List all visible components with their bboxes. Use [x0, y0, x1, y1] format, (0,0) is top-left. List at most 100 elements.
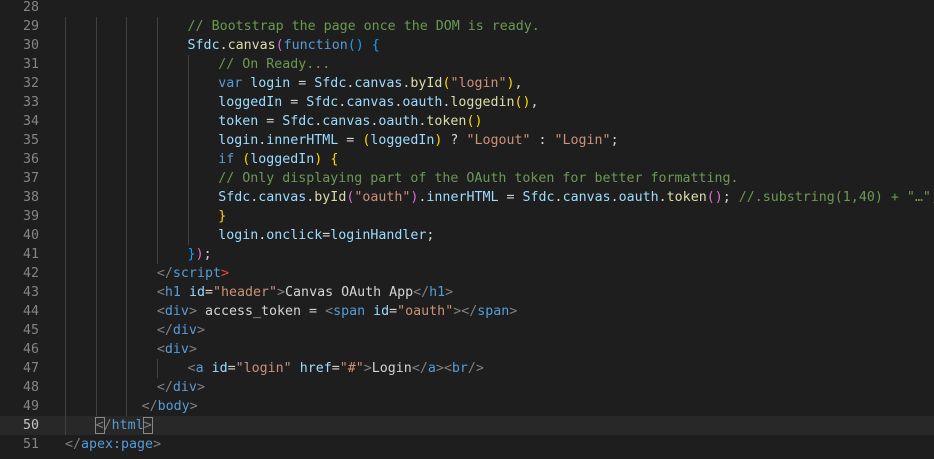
code-token: html: [111, 418, 144, 433]
code-token: href: [299, 361, 332, 376]
code-text: </apex:page>: [65, 435, 161, 454]
code-token: ): [506, 76, 515, 91]
indent-guide: [156, 226, 158, 245]
code-token: Sfdc: [314, 76, 347, 91]
code-line[interactable]: 39}: [0, 207, 934, 226]
code-line[interactable]: 48 </div>: [0, 378, 934, 397]
code-token: loggedIn: [218, 95, 283, 110]
code-text: // Bootstrap the page once the DOM is re…: [188, 17, 540, 36]
code-token: />: [467, 361, 484, 376]
code-token: {: [371, 38, 380, 53]
code-line[interactable]: 51 </apex:page>: [0, 435, 934, 454]
indent-guide: [156, 74, 158, 93]
code-line[interactable]: 30 Sfdc.canvas(function() {: [0, 36, 934, 55]
code-token: <: [187, 361, 196, 376]
indent-guide: [126, 150, 128, 169]
code-line[interactable]: 35 login.innerHTML = (loggedIn) ? "Logout…: [0, 131, 934, 150]
code-line[interactable]: 49 </body>: [0, 397, 934, 416]
indent-guide: [65, 74, 66, 93]
code-token: <: [156, 342, 165, 357]
code-token: div: [164, 304, 189, 319]
code-line[interactable]: 31 // On Ready...: [0, 55, 934, 74]
code-token: onclick: [266, 228, 323, 243]
code-token: =: [204, 285, 213, 300]
indent-guide: [156, 359, 158, 378]
code-token: oauth: [402, 95, 443, 110]
code-line[interactable]: 40 login.onclick=loginHandler;: [0, 226, 934, 245]
line-number: 51: [22, 437, 39, 452]
line-number: 49: [22, 399, 39, 414]
code-line[interactable]: 36 if (loggedIn) {: [0, 150, 934, 169]
indent-guide: [65, 245, 66, 264]
indent-guide: [95, 74, 97, 93]
line-number: 39: [22, 209, 39, 224]
indent-guide: [95, 245, 97, 264]
code-token: >: [189, 399, 198, 414]
code-token: loggedIn: [250, 152, 315, 167]
indent-guide: [156, 188, 158, 207]
code-line[interactable]: 50 </html>: [0, 416, 934, 435]
code-line[interactable]: 41});: [0, 245, 934, 264]
indent-guide: [65, 169, 66, 188]
code-text: token = Sfdc.canvas.oauth.token(): [218, 112, 482, 131]
code-token: >: [277, 285, 286, 300]
indent-guide: [95, 378, 97, 397]
code-token: <: [325, 304, 334, 319]
code-line[interactable]: 38 Sfdc.canvas.byId("oauth").innerHTML = …: [0, 188, 934, 207]
code-line[interactable]: 46 <div>: [0, 340, 934, 359]
code-token: >: [153, 437, 162, 452]
code-line[interactable]: 29 // Bootstrap the page once the DOM is …: [0, 17, 934, 36]
code-token: >: [363, 361, 372, 376]
indent-guide: [187, 93, 189, 112]
code-line[interactable]: 44 <div> access_token = <span id="oauth">…: [0, 302, 934, 321]
code-line[interactable]: 33 loggedIn = Sfdc.canvas.oauth.loggedin(…: [0, 93, 934, 112]
code-token: >: [142, 417, 153, 434]
code-token: "login": [450, 76, 507, 91]
code-token: loggedIn: [370, 133, 435, 148]
indent-guide: [156, 17, 158, 36]
code-token: h1: [429, 285, 446, 300]
indent-guide: [187, 226, 189, 245]
indent-guide: [95, 55, 97, 74]
code-token: a: [427, 361, 436, 376]
code-token: ;: [203, 247, 212, 262]
code-line[interactable]: 28: [0, 0, 934, 17]
line-number: 47: [22, 361, 39, 376]
indent-guide: [187, 55, 189, 74]
code-token: "oauth": [354, 190, 411, 205]
code-line[interactable]: 34 token = Sfdc.canvas.oauth.token(): [0, 112, 934, 131]
line-number: 28: [22, 0, 39, 15]
code-token: Sfdc: [306, 95, 339, 110]
code-line[interactable]: 32 var login = Sfdc.canvas.byId("login"),: [0, 74, 934, 93]
code-editor[interactable]: 28 29 // Bootstrap the page once the DOM i…: [0, 0, 934, 459]
indent-guide: [126, 188, 128, 207]
code-line[interactable]: 42 </script>: [0, 264, 934, 283]
code-token: </: [156, 266, 173, 281]
indent-guide: [65, 188, 66, 207]
code-line[interactable]: 47 <a id="login" href="#">Login</a><br/>: [0, 359, 934, 378]
code-token: ,: [530, 95, 539, 110]
code-token: >: [445, 285, 454, 300]
code-line[interactable]: 37 // Only displaying part of the OAuth t…: [0, 169, 934, 188]
line-number: 31: [22, 57, 39, 72]
code-token: <: [94, 417, 105, 434]
code-token: .: [610, 190, 619, 205]
line-number: 30: [22, 38, 39, 53]
code-token: span: [477, 304, 510, 319]
code-token: (): [514, 95, 531, 110]
code-token: innerHTML: [266, 133, 339, 148]
code-line[interactable]: 43 <h1 id="header">Canvas OAuth App</h1>: [0, 283, 934, 302]
indent-guide: [65, 17, 66, 36]
indent-guide: [65, 397, 66, 416]
code-text: loggedIn = Sfdc.canvas.oauth.loggedin(),: [218, 93, 538, 112]
code-token: "login": [235, 361, 292, 376]
line-number: 35: [22, 133, 39, 148]
code-line[interactable]: 45 </div>: [0, 321, 934, 340]
code-token: span: [333, 304, 366, 319]
code-token: (): [706, 190, 723, 205]
indent-guide: [126, 112, 128, 131]
line-number: 50: [22, 418, 39, 433]
indent-guide: [156, 112, 158, 131]
